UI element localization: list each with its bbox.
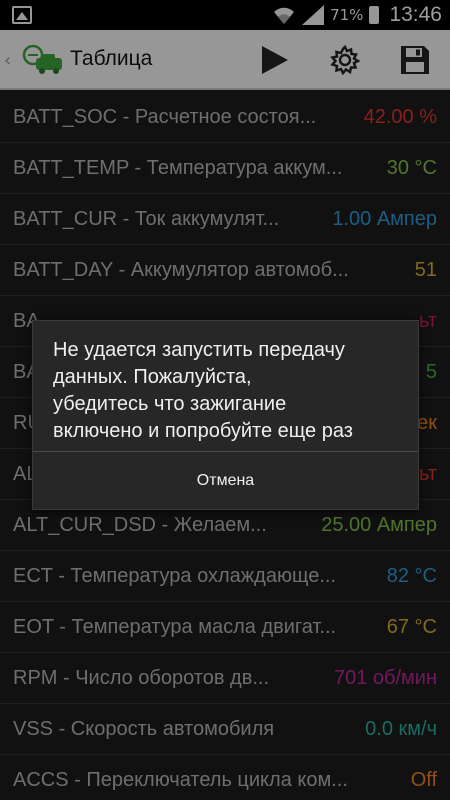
dialog-message: Не удается запустить передачу данных. По… bbox=[53, 339, 353, 442]
cancel-button[interactable]: Отмена bbox=[33, 452, 418, 510]
error-dialog: Не удается запустить передачу данных. По… bbox=[32, 320, 419, 510]
